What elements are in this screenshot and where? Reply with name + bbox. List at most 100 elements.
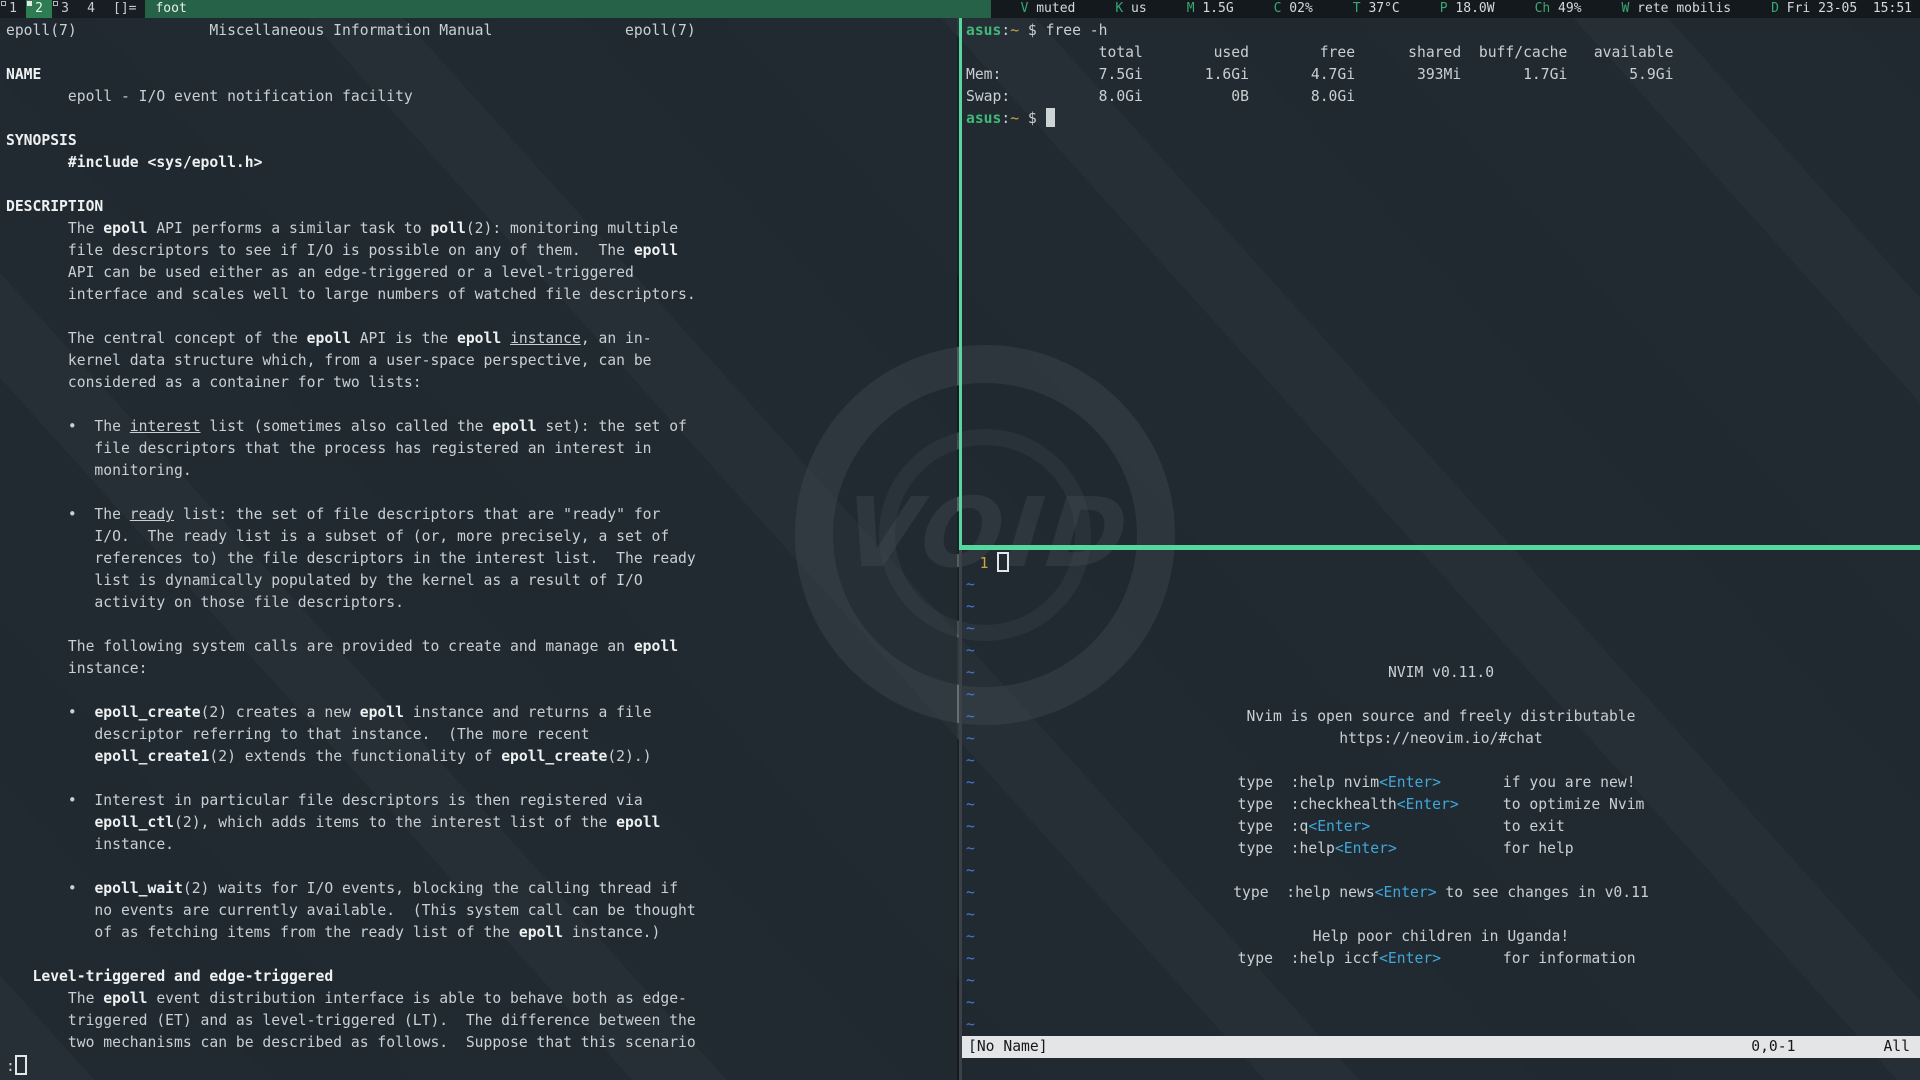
nvim-tilde: ~	[966, 684, 975, 706]
man-line	[6, 680, 957, 702]
pager-prompt: :	[6, 1058, 15, 1075]
man-line	[6, 768, 957, 790]
man-line: NAME	[6, 64, 957, 86]
man-line: monitoring.	[6, 460, 957, 482]
man-line: The following system calls are provided …	[6, 636, 957, 658]
window-title: foot	[145, 0, 990, 18]
man-line: • epoll_wait(2) waits for I/O events, bl…	[6, 878, 957, 900]
nvim-tilde: ~	[966, 706, 975, 728]
man-line: • The ready list: the set of file descri…	[6, 504, 957, 526]
statusline-ruler: 0,0-1	[1751, 1036, 1795, 1058]
nvim-tilde: ~	[966, 992, 975, 1014]
man-line: activity on those file descriptors.	[6, 592, 957, 614]
status-module-v: V muted	[1021, 0, 1076, 18]
nvim-intro-line: type :help news<Enter> to see changes in…	[962, 882, 1920, 904]
terminal-output-line: Mem: 7.5Gi 1.6Gi 4.7Gi 393Mi 1.7Gi 5.9Gi	[966, 64, 1920, 86]
nvim-empty-row: ~type :help nvim<Enter> if you are new!	[962, 772, 1920, 794]
man-line	[6, 108, 957, 130]
nvim-tilde: ~	[966, 860, 975, 882]
nvim-tilde: ~	[966, 882, 975, 904]
man-line	[6, 174, 957, 196]
man-line: The epoll API performs a similar task to…	[6, 218, 957, 240]
nvim-tilde: ~	[966, 618, 975, 640]
man-page-terminal[interactable]: epoll(7) Miscellaneous Information Manua…	[0, 18, 957, 1080]
status-module-m: M 1.5G	[1187, 0, 1234, 18]
nvim-intro-line: Nvim is open source and freely distribut…	[962, 706, 1920, 728]
workspace-tag-4[interactable]: 4	[78, 0, 104, 18]
shell-terminal[interactable]: asus:~ $ free -h total used free shared …	[962, 18, 1920, 545]
man-line: kernel data structure which, from a user…	[6, 350, 957, 372]
nvim-empty-row: ~Help poor children in Uganda!	[962, 926, 1920, 948]
man-line	[6, 306, 957, 328]
man-page-content: epoll(7) Miscellaneous Information Manua…	[6, 20, 957, 1054]
status-bar: 1234 []= foot V mutedK usM 1.5GC 02%T 37…	[0, 0, 1920, 18]
nvim-intro-line: type :help iccf<Enter> for information	[962, 948, 1920, 970]
terminal-output-line: total used free shared buff/cache availa…	[966, 42, 1920, 64]
layout-symbol[interactable]: []=	[104, 0, 145, 18]
status-module-w: W rete mobilis	[1622, 0, 1732, 18]
nvim-empty-row: ~type :help<Enter> for help	[962, 838, 1920, 860]
man-line: file descriptors that the process has re…	[6, 438, 957, 460]
nvim-intro-line: https://neovim.io/#chat	[962, 728, 1920, 750]
status-modules: V mutedK usM 1.5GC 02%T 37°CP 18.0WCh 49…	[991, 0, 1920, 18]
nvim-tilde: ~	[966, 772, 975, 794]
nvim-tilde: ~	[966, 816, 975, 838]
man-line: no events are currently available. (This…	[6, 900, 957, 922]
tag-indicator-square	[53, 1, 58, 6]
nvim-empty-row: ~NVIM v0.11.0	[962, 662, 1920, 684]
workspace-tags: 1234	[0, 0, 104, 18]
nvim-empty-row: ~	[962, 992, 1920, 1014]
nvim-empty-row: ~https://neovim.io/#chat	[962, 728, 1920, 750]
man-line: SYNOPSIS	[6, 130, 957, 152]
man-line: epoll(7) Miscellaneous Information Manua…	[6, 20, 957, 42]
tag-indicator-square	[27, 1, 32, 6]
nvim-empty-row: ~	[962, 574, 1920, 596]
man-line: file descriptors to see if I/O is possib…	[6, 240, 957, 262]
neovim-window[interactable]: 1 ~~~~~NVIM v0.11.0~~Nvim is open source…	[962, 550, 1920, 1080]
neovim-cmdline	[962, 1058, 1920, 1080]
nvim-tilde: ~	[966, 574, 975, 596]
man-line: epoll - I/O event notification facility	[6, 86, 957, 108]
man-line: descriptor referring to that instance. (…	[6, 724, 957, 746]
workspace-tag-1[interactable]: 1	[0, 0, 26, 18]
man-line: instance:	[6, 658, 957, 680]
man-line: list is dynamically populated by the ker…	[6, 570, 957, 592]
nvim-tilde: ~	[966, 794, 975, 816]
nvim-empty-row: ~	[962, 596, 1920, 618]
man-line	[6, 42, 957, 64]
man-line: interface and scales well to large numbe…	[6, 284, 957, 306]
workspace-tag-3[interactable]: 3	[52, 0, 78, 18]
nvim-empty-row: ~type :help news<Enter> to see changes i…	[962, 882, 1920, 904]
man-line: of as fetching items from the ready list…	[6, 922, 957, 944]
nvim-cursor	[997, 552, 1009, 572]
nvim-empty-row: ~	[962, 750, 1920, 772]
nvim-line-number: 1	[962, 555, 997, 572]
pager-cursor	[15, 1055, 27, 1075]
nvim-empty-row: ~	[962, 904, 1920, 926]
nvim-tilde: ~	[966, 750, 975, 772]
workspace-tag-2[interactable]: 2	[26, 0, 52, 18]
nvim-empty-row: ~type :q<Enter> to exit	[962, 816, 1920, 838]
status-module-d: D Fri 23-05 15:51	[1771, 0, 1912, 18]
nvim-tilde: ~	[966, 838, 975, 860]
statusline-filename: [No Name]	[968, 1036, 1048, 1058]
nvim-empty-row: ~	[962, 618, 1920, 640]
nvim-intro-line: NVIM v0.11.0	[962, 662, 1920, 684]
status-module-ch: Ch 49%	[1535, 0, 1582, 18]
status-module-p: P 18.0W	[1440, 0, 1495, 18]
nvim-tilde: ~	[966, 948, 975, 970]
man-line: two mechanisms can be described as follo…	[6, 1032, 957, 1054]
nvim-intro-line: type :q<Enter> to exit	[962, 816, 1920, 838]
status-module-t: T 37°C	[1353, 0, 1400, 18]
man-line: The central concept of the epoll API is …	[6, 328, 957, 350]
nvim-empty-row: ~	[962, 640, 1920, 662]
nvim-line-1: 1	[962, 552, 1920, 574]
nvim-empty-row: ~	[962, 684, 1920, 706]
neovim-statusline: [No Name] 0,0-1 All	[962, 1036, 1920, 1058]
nvim-tilde: ~	[966, 596, 975, 618]
nvim-tilde: ~	[966, 904, 975, 926]
statusline-scroll: All	[1883, 1036, 1910, 1058]
nvim-empty-row: ~type :help iccf<Enter> for information	[962, 948, 1920, 970]
man-line	[6, 482, 957, 504]
terminal-prompt-line: asus:~ $ free -h	[966, 20, 1920, 42]
